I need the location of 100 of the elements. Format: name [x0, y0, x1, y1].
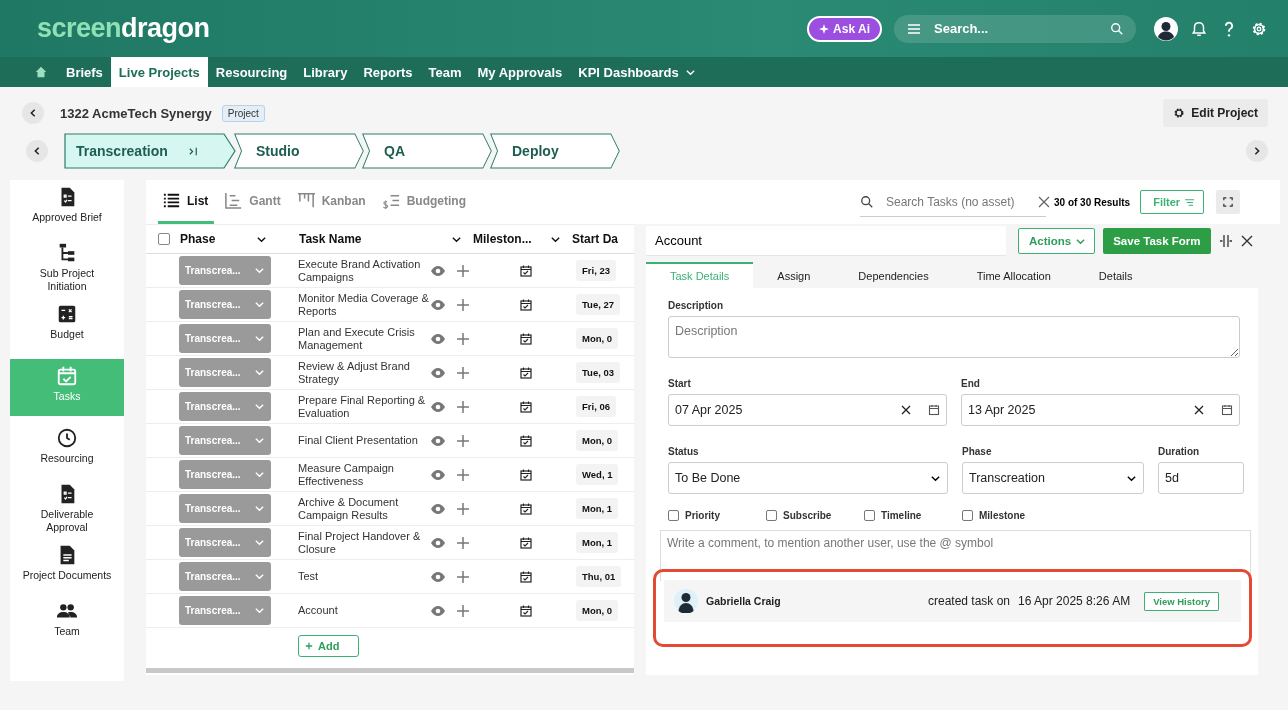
detail-tab[interactable]: Time Allocation: [952, 262, 1075, 288]
add-icon[interactable]: [456, 535, 470, 550]
search-bar[interactable]: Search...: [894, 14, 1136, 43]
task-search-bar[interactable]: Search Tasks (no asset): [860, 187, 1046, 217]
ask-ai-button[interactable]: Ask Ai: [807, 15, 882, 42]
add-icon[interactable]: [456, 297, 470, 312]
horizontal-scrollbar[interactable]: [146, 668, 634, 673]
nav-tab[interactable]: Briefs: [58, 57, 111, 87]
task-name[interactable]: Measure Campaign Effectiveness: [298, 461, 430, 488]
back-button[interactable]: [22, 102, 44, 124]
stage-tab[interactable]: QA: [362, 133, 492, 169]
detail-tab[interactable]: Dependencies: [834, 262, 953, 288]
sidebar-item[interactable]: Budget: [10, 303, 124, 354]
nav-tab[interactable]: Resourcing: [207, 57, 296, 87]
stage-tab[interactable]: Transcreation: [64, 133, 236, 169]
task-name[interactable]: Final Project Handover & Closure: [298, 529, 430, 556]
column-header[interactable]: Phase: [180, 232, 256, 246]
user-avatar[interactable]: [1154, 16, 1178, 41]
nav-tab[interactable]: My Approvals: [469, 57, 571, 87]
phase-select[interactable]: Transcreation: [962, 462, 1144, 494]
add-icon[interactable]: [456, 331, 470, 346]
clear-icon[interactable]: [1193, 404, 1205, 416]
checkbox[interactable]: [668, 510, 679, 521]
checkbox[interactable]: [766, 510, 777, 521]
task-name[interactable]: Account: [298, 604, 430, 617]
view-tab[interactable]: List: [158, 180, 215, 224]
add-icon[interactable]: [456, 263, 470, 278]
detail-tab[interactable]: Assign: [753, 262, 835, 288]
search-field[interactable]: Search...: [932, 20, 1100, 37]
milestone-calendar-icon[interactable]: [520, 536, 532, 549]
chevron-down-icon: [254, 367, 265, 378]
task-name[interactable]: Archive & Document Campaign Results: [298, 495, 430, 522]
add-icon[interactable]: [456, 501, 470, 516]
fullscreen-button[interactable]: [1216, 190, 1241, 214]
sidebar-item[interactable]: Team: [10, 600, 124, 651]
next-button[interactable]: [1246, 140, 1268, 162]
app-logo[interactable]: screendragon: [37, 13, 210, 44]
nav-tab[interactable]: Live Projects: [110, 57, 208, 87]
view-history-button[interactable]: View History: [1144, 591, 1219, 611]
milestone-calendar-icon[interactable]: [520, 298, 532, 311]
view-tab[interactable]: Kanban: [292, 180, 372, 224]
column-header[interactable]: Task Name: [299, 232, 451, 246]
add-icon[interactable]: [456, 569, 470, 584]
nav-tab[interactable]: Team: [420, 57, 470, 87]
add-icon[interactable]: [456, 433, 470, 448]
add-icon[interactable]: [456, 467, 470, 482]
description-field[interactable]: Description: [668, 316, 1240, 358]
milestone-calendar-icon[interactable]: [520, 570, 532, 583]
close-icon[interactable]: [1240, 235, 1253, 247]
comment-field[interactable]: Write a comment, to mention another user, use the @ symbol: [660, 530, 1251, 581]
sidebar-item[interactable]: Project Documents: [10, 544, 124, 595]
duration-field[interactable]: 5d: [1158, 462, 1244, 494]
task-name[interactable]: Prepare Final Reporting & Evaluation: [298, 393, 430, 420]
task-name[interactable]: Execute Brand Activation Campaigns: [298, 257, 430, 284]
stage-tab[interactable]: Deploy: [490, 133, 620, 169]
task-name[interactable]: Plan and Execute Crisis Management: [298, 325, 430, 352]
milestone-calendar-icon[interactable]: [520, 332, 532, 345]
split-view-icon[interactable]: [1218, 234, 1233, 248]
start-date-field[interactable]: 07 Apr 2025: [668, 394, 947, 426]
previous-button[interactable]: [26, 140, 48, 162]
milestone-calendar-icon[interactable]: [520, 468, 532, 481]
task-title-field[interactable]: Account: [646, 226, 1006, 256]
status-select[interactable]: To Be Done: [668, 462, 948, 494]
sidebar-item[interactable]: Resourcing: [10, 427, 124, 478]
home-icon[interactable]: [34, 65, 48, 79]
task-name[interactable]: Monitor Media Coverage & Reports: [298, 291, 430, 318]
calendar-icon[interactable]: [1221, 404, 1233, 416]
nav-tab[interactable]: KPI Dashboards: [570, 57, 704, 87]
view-tab[interactable]: Gantt: [220, 180, 287, 224]
milestone-calendar-icon[interactable]: [520, 264, 532, 277]
checkbox[interactable]: [864, 510, 875, 521]
milestone-calendar-icon[interactable]: [520, 604, 532, 617]
sidebar-item[interactable]: Deliverable Approval: [10, 483, 124, 539]
notifications-icon[interactable]: [1190, 19, 1208, 38]
nav-tab[interactable]: Library: [295, 57, 356, 87]
stage-tab[interactable]: Studio: [234, 133, 364, 169]
clear-icon[interactable]: [900, 404, 912, 416]
nav-tab[interactable]: Reports: [355, 57, 421, 87]
task-name[interactable]: Review & Adjust Brand Strategy: [298, 359, 430, 386]
milestone-calendar-icon[interactable]: [520, 366, 532, 379]
add-icon[interactable]: [456, 603, 470, 618]
calendar-icon[interactable]: [928, 404, 940, 416]
add-icon[interactable]: [456, 365, 470, 380]
milestone-calendar-icon[interactable]: [520, 502, 532, 515]
checkbox[interactable]: [962, 510, 973, 521]
end-date-field[interactable]: 13 Apr 2025: [961, 394, 1240, 426]
add-icon[interactable]: [456, 399, 470, 414]
select-all-checkbox[interactable]: [158, 233, 170, 245]
task-name[interactable]: Final Client Presentation: [298, 434, 430, 447]
detail-tab[interactable]: Details: [1074, 262, 1157, 288]
milestone-calendar-icon[interactable]: [520, 434, 532, 447]
edit-project-button[interactable]: Edit Project: [1163, 99, 1268, 127]
task-search-field[interactable]: Search Tasks (no asset): [884, 193, 1028, 210]
column-header[interactable]: Mileston...: [473, 232, 550, 246]
sidebar-item[interactable]: Sub Project Initiation: [10, 242, 124, 298]
task-name[interactable]: Test: [298, 570, 430, 583]
view-tab[interactable]: Budgeting: [377, 180, 473, 224]
milestone-calendar-icon[interactable]: [520, 400, 532, 413]
sidebar-item[interactable]: Approved Brief: [10, 186, 124, 237]
column-header[interactable]: Start Da: [572, 232, 618, 246]
